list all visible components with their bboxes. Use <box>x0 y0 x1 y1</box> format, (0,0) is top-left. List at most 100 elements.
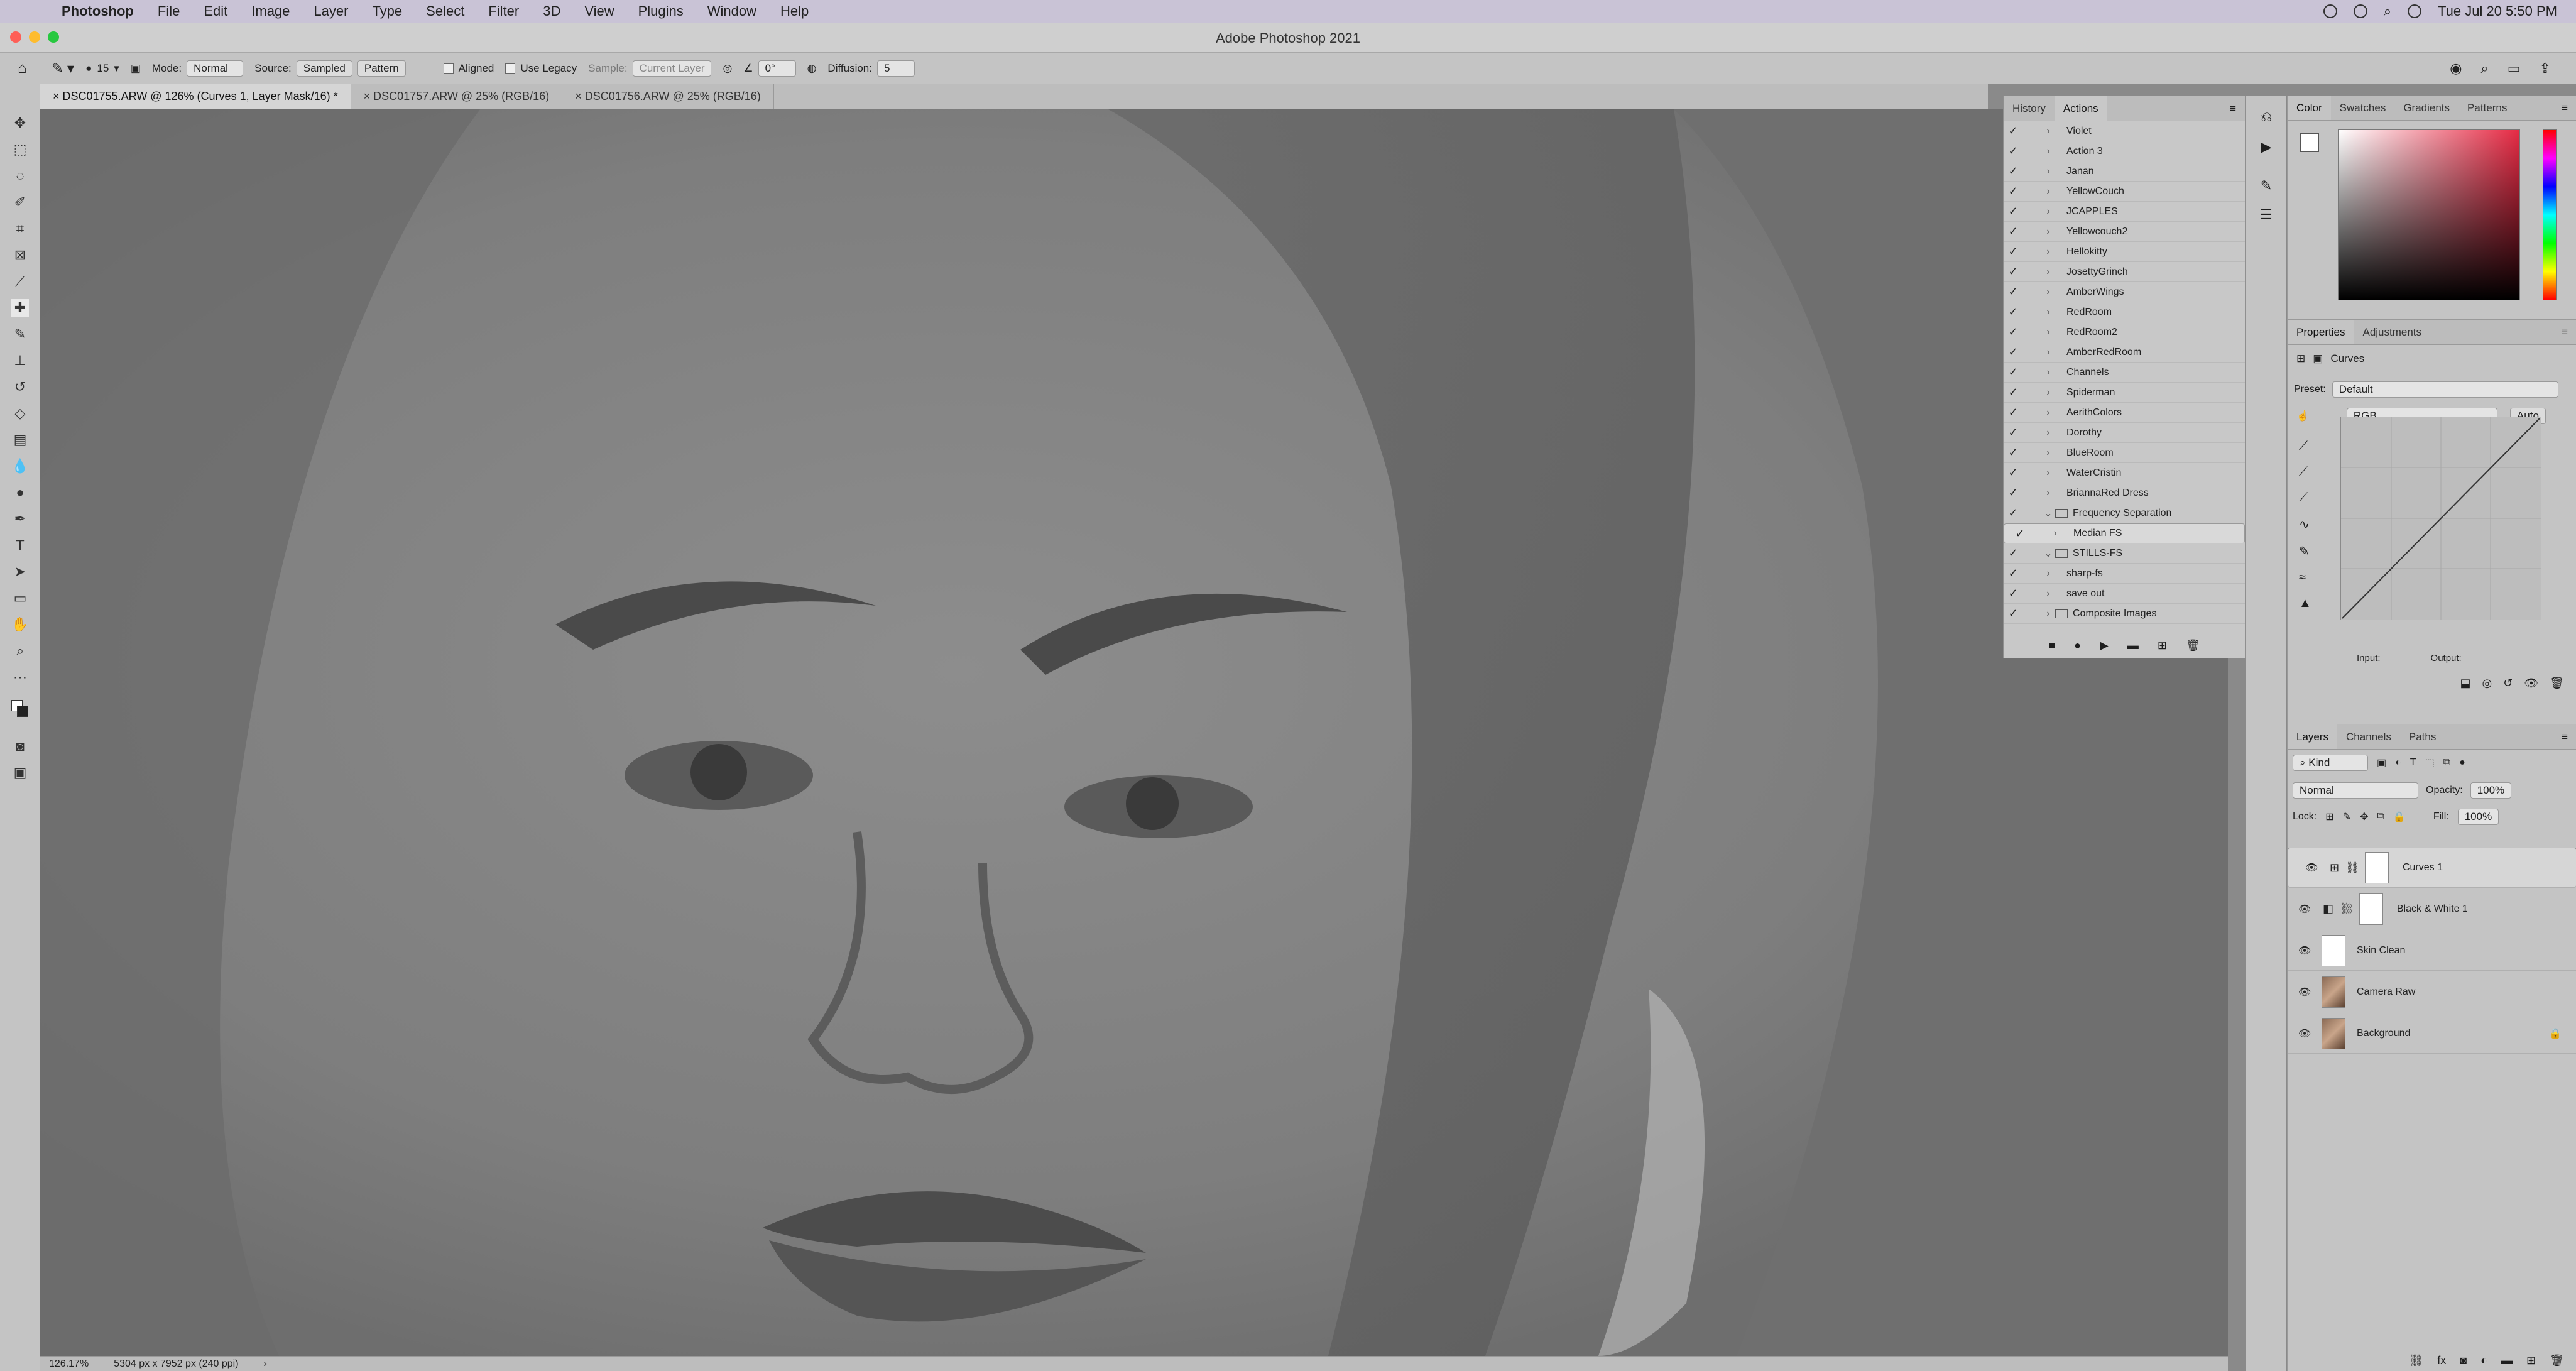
crop-tool-icon[interactable]: ⌗ <box>11 220 29 238</box>
lock-transparent-icon[interactable]: ⊞ <box>2325 811 2333 823</box>
panel-menu-icon[interactable]: ≡ <box>2553 320 2576 344</box>
toggle-dialog-icon[interactable] <box>2022 304 2041 320</box>
hand-tool-icon[interactable]: ✋ <box>11 616 29 633</box>
aligned-option[interactable]: Aligned <box>443 62 494 75</box>
filter-type-icon[interactable]: T <box>2410 757 2416 768</box>
chevron-right-icon[interactable]: › <box>2041 146 2055 157</box>
chevron-right-icon[interactable]: › <box>2041 588 2055 599</box>
chevron-right-icon[interactable]: › <box>2048 528 2062 539</box>
stop-icon[interactable]: ■ <box>2048 639 2055 652</box>
chevron-right-icon[interactable]: › <box>2041 568 2055 579</box>
mode-select[interactable]: Normal <box>187 60 244 77</box>
action-row[interactable]: ✓ › Channels <box>2004 363 2245 383</box>
menu-file[interactable]: File <box>158 3 180 19</box>
ignore-adjustment-icon[interactable]: ◎ <box>723 62 732 75</box>
workspace-icon[interactable]: ▭ <box>2508 60 2521 77</box>
toggle-dialog-icon[interactable] <box>2022 204 2041 219</box>
new-adjustment-icon[interactable]: ◐ <box>2480 1354 2487 1367</box>
toggle-item-checkmark-icon[interactable]: ✓ <box>2004 426 2022 439</box>
chevron-right-icon[interactable]: › <box>2041 266 2055 278</box>
black-point-eyedropper-icon[interactable]: ⟋ <box>2299 439 2311 454</box>
tab-patterns[interactable]: Patterns <box>2459 96 2516 120</box>
chevron-right-icon[interactable]: › <box>2041 347 2055 358</box>
gray-point-eyedropper-icon[interactable]: ⟋ <box>2299 465 2311 479</box>
use-legacy-checkbox[interactable] <box>505 63 516 74</box>
filter-pixel-icon[interactable]: ▣ <box>2377 757 2386 769</box>
layer-mask-thumbnail[interactable] <box>2364 852 2389 883</box>
action-row[interactable]: ✓ › AerithColors <box>2004 403 2245 423</box>
chevron-right-icon[interactable]: › <box>2041 126 2055 137</box>
layer-thumbnail[interactable] <box>2322 1017 2345 1049</box>
diffusion-select[interactable]: 5 <box>876 60 915 77</box>
toggle-dialog-icon[interactable] <box>2022 425 2041 440</box>
visibility-icon[interactable]: 👁 <box>2524 677 2538 690</box>
chevron-right-icon[interactable]: › <box>2041 226 2055 238</box>
play-icon[interactable]: ▶ <box>2100 639 2109 652</box>
menu-photoshop[interactable]: Photoshop <box>62 3 134 19</box>
chevron-right-icon[interactable]: › <box>2041 186 2055 197</box>
toggle-dialog-icon[interactable] <box>2029 526 2048 541</box>
curve-graph[interactable] <box>2340 417 2541 620</box>
blur-tool-icon[interactable]: 💧 <box>11 457 29 475</box>
smooth-curve-icon[interactable]: ≈ <box>2299 571 2311 585</box>
filter-smart-icon[interactable]: ⧉ <box>2443 757 2450 768</box>
tab-gradients[interactable]: Gradients <box>2394 96 2459 120</box>
action-row[interactable]: ✓ › save out <box>2004 584 2245 604</box>
history-panel-icon[interactable]: ⎌ <box>2257 108 2275 126</box>
marquee-tool-icon[interactable]: ⬚ <box>11 141 29 158</box>
user-icon[interactable]: ◉ <box>2450 60 2462 77</box>
chevron-down-icon[interactable]: ⌄ <box>2041 547 2055 560</box>
chevron-right-icon[interactable]: › <box>2041 467 2055 479</box>
tab-swatches[interactable]: Swatches <box>2331 96 2395 120</box>
toggle-item-checkmark-icon[interactable]: ✓ <box>2004 165 2022 178</box>
action-row[interactable]: ✓ › Janan <box>2004 161 2245 182</box>
target-adjust-icon[interactable]: ☝ <box>2296 410 2309 422</box>
tab-layers[interactable]: Layers <box>2288 724 2338 749</box>
document-info[interactable]: 5304 px x 7952 px (240 ppi) <box>114 1358 238 1370</box>
home-icon[interactable]: ⌂ <box>18 60 27 77</box>
actions-panel-icon[interactable]: ▶ <box>2257 138 2275 156</box>
opacity-input[interactable]: 100% <box>2470 782 2512 799</box>
toggle-item-checkmark-icon[interactable]: ✓ <box>2004 265 2022 278</box>
gradient-tool-icon[interactable]: ▤ <box>11 431 29 449</box>
action-row[interactable]: ✓ › YellowCouch <box>2004 182 2245 202</box>
action-row[interactable]: ✓ › Spiderman <box>2004 383 2245 403</box>
toggle-item-checkmark-icon[interactable]: ✓ <box>2004 547 2022 560</box>
menu-3d[interactable]: 3D <box>543 3 560 19</box>
toggle-dialog-icon[interactable] <box>2022 284 2041 300</box>
tab-properties[interactable]: Properties <box>2288 320 2354 344</box>
toggle-item-checkmark-icon[interactable]: ✓ <box>2004 185 2022 198</box>
toggle-item-checkmark-icon[interactable]: ✓ <box>2004 245 2022 258</box>
action-row[interactable]: ✓ › Action 3 <box>2004 141 2245 161</box>
move-tool-icon[interactable]: ✥ <box>11 114 29 132</box>
lock-icon[interactable]: 🔒 <box>2549 1027 2562 1040</box>
chevron-right-icon[interactable]: › <box>2041 246 2055 258</box>
toggle-dialog-icon[interactable] <box>2022 545 2041 561</box>
visibility-eye-icon[interactable]: 👁 <box>2302 861 2321 874</box>
zoom-tool-icon[interactable]: ⌕ <box>11 642 29 660</box>
action-row[interactable]: ✓ › BlueRoom <box>2004 443 2245 463</box>
tab-dsc01756[interactable]: × DSC01756.ARW @ 25% (RGB/16) <box>562 84 774 109</box>
toggle-dialog-icon[interactable] <box>2022 344 2041 360</box>
toggle-dialog-icon[interactable] <box>2022 505 2041 521</box>
new-group-icon[interactable]: ▬ <box>2501 1354 2513 1367</box>
chevron-right-icon[interactable]: › <box>2041 367 2055 378</box>
toggle-item-checkmark-icon[interactable]: ✓ <box>2004 124 2022 138</box>
toggle-item-checkmark-icon[interactable]: ✓ <box>2004 366 2022 379</box>
frame-tool-icon[interactable]: ⊠ <box>11 246 29 264</box>
toggle-dialog-icon[interactable] <box>2022 565 2041 581</box>
lock-position-icon[interactable]: ✥ <box>2360 811 2368 823</box>
toggle-dialog-icon[interactable] <box>2022 606 2041 621</box>
toggle-item-checkmark-icon[interactable]: ✓ <box>2004 567 2022 580</box>
toggle-dialog-icon[interactable] <box>2022 244 2041 259</box>
close-tab-icon[interactable]: × <box>53 90 63 102</box>
toggle-item-checkmark-icon[interactable]: ✓ <box>2004 506 2022 520</box>
quick-mask-icon[interactable]: ◙ <box>11 738 29 755</box>
toggle-dialog-icon[interactable] <box>2022 445 2041 461</box>
chevron-right-icon[interactable]: › <box>2041 387 2055 398</box>
lock-all-icon[interactable]: 🔒 <box>2393 811 2406 823</box>
toggle-item-checkmark-icon[interactable]: ✓ <box>2004 225 2022 238</box>
tab-adjustments[interactable]: Adjustments <box>2354 320 2430 344</box>
control-center-icon[interactable] <box>2408 4 2422 18</box>
menu-select[interactable]: Select <box>426 3 464 19</box>
